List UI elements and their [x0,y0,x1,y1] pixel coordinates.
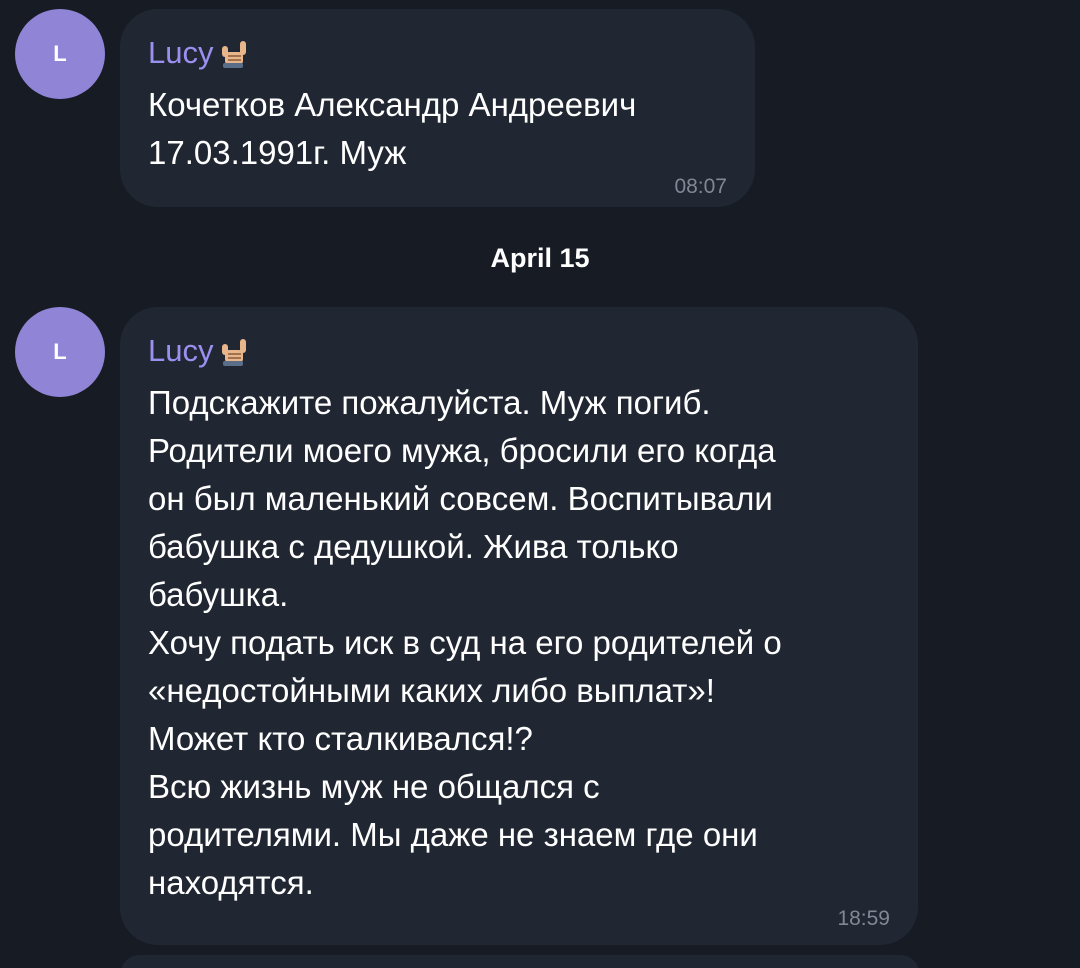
chat-view: L Lucy Кочетков Александр Андреевич 17.0… [0,0,1080,968]
sender-name-row[interactable]: Lucy [148,329,888,373]
message-text: Кочетков Александр Андреевич 17.03.1991г… [148,86,637,171]
call-me-hand-emoji-icon [222,41,247,68]
sender-name: Lucy [148,35,214,70]
sender-name-row[interactable]: Lucy [148,31,725,75]
avatar-letter: L [53,339,67,364]
message-text: Подскажите пожалуйста. Муж погиб. Родите… [148,384,782,901]
call-me-hand-emoji-icon [222,339,247,366]
message-bubble[interactable]: Lucy Кочетков Александр Андреевич 17.03.… [120,9,755,207]
avatar[interactable]: L [15,307,105,397]
sender-name: Lucy [148,333,214,368]
avatar-letter: L [53,41,67,66]
avatar[interactable]: L [15,9,105,99]
message-bubble-partial[interactable] [120,955,920,968]
message-time: 18:59 [837,907,890,930]
message-bubble[interactable]: Lucy Подскажите пожалуйста. Муж погиб. Р… [120,307,918,945]
message-time: 08:07 [674,175,727,198]
date-separator: April 15 [490,243,590,273]
